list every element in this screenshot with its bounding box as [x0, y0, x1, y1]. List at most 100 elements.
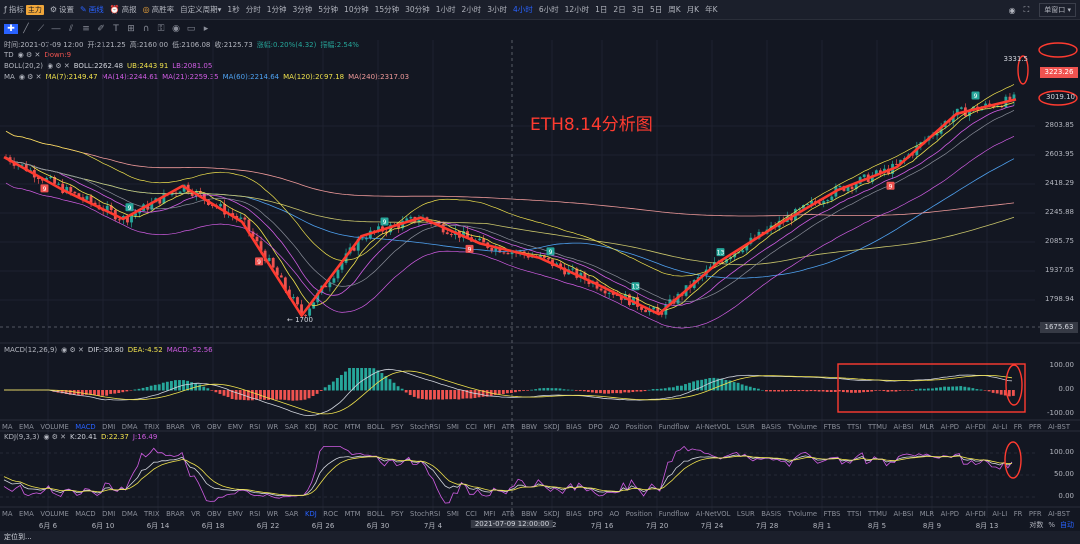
scale-button-1[interactable]: %	[1048, 521, 1055, 529]
indicator-tab-psy[interactable]: PSY	[391, 510, 404, 518]
indicator-tab-cci[interactable]: CCI	[465, 510, 477, 518]
eye-icon[interactable]: ◉	[169, 24, 183, 34]
indicator-tab-ai-netvol[interactable]: AI-NetVOL	[696, 510, 731, 518]
indicator-tab-cci[interactable]: CCI	[465, 423, 477, 431]
indicator-tab-ai-bsi[interactable]: AI-BSI	[893, 423, 913, 431]
indicator-tab-atr[interactable]: ATR	[502, 423, 515, 431]
eye-icon[interactable]: ◉ ⚙ ✕	[61, 346, 84, 354]
indicator-tab-lsur[interactable]: LSUR	[737, 510, 755, 518]
indicator-tab-kdj[interactable]: KDJ	[305, 423, 317, 431]
period-13[interactable]: 12小时	[565, 4, 590, 15]
period-12[interactable]: 6小时	[539, 4, 559, 15]
indicator-tab-ai-li[interactable]: AI-LI	[992, 423, 1007, 431]
indicator-tab-volume[interactable]: VOLUME	[40, 423, 68, 431]
indicator-tab-bias[interactable]: BIAS	[566, 423, 582, 431]
indicator-tab-dpo[interactable]: DPO	[588, 423, 603, 431]
indicator-tab-ttsi[interactable]: TTSI	[847, 510, 862, 518]
period-9[interactable]: 2小时	[461, 4, 481, 15]
period-18[interactable]: 周K	[668, 4, 680, 15]
indicator-tab-skdj[interactable]: SKDJ	[544, 510, 560, 518]
indicator-tab-ai-bst[interactable]: AI-BST	[1048, 510, 1070, 518]
indicator-tab-sar[interactable]: SAR	[285, 510, 299, 518]
indicator-tab-dmi[interactable]: DMI	[102, 510, 115, 518]
indicator-tab-vr[interactable]: VR	[191, 510, 200, 518]
period-17[interactable]: 5日	[650, 4, 662, 15]
trendline-icon[interactable]: ╱	[19, 24, 33, 34]
indicator-tab-mfi[interactable]: MFI	[483, 423, 495, 431]
indicator-tab-sar[interactable]: SAR	[285, 423, 299, 431]
indicator-tab-mlr[interactable]: MLR	[920, 510, 934, 518]
indicator-tab-emv[interactable]: EMV	[228, 423, 243, 431]
ray-icon[interactable]: ⟋	[34, 24, 48, 34]
indicator-tab-dpo[interactable]: DPO	[588, 510, 603, 518]
indicator-tab-ftbs[interactable]: FTBS	[824, 510, 841, 518]
indicator-tab-brar[interactable]: BRAR	[166, 423, 184, 431]
eye-icon[interactable]: ◉ ⚙ ✕	[47, 62, 70, 70]
lock-icon[interactable]: ⚿	[154, 24, 168, 34]
indicator-tab-macd[interactable]: MACD	[75, 510, 95, 518]
indicator-tab-mfi[interactable]: MFI	[483, 510, 495, 518]
indicator-tab-psy[interactable]: PSY	[391, 423, 404, 431]
more-icon[interactable]: ▸	[199, 24, 213, 34]
scale-button-0[interactable]: 对数	[1029, 521, 1043, 529]
alert-button[interactable]: ⏰ 高报	[110, 4, 137, 15]
crosshair-icon[interactable]: ✚	[4, 24, 18, 34]
indicator-tab-obv[interactable]: OBV	[207, 423, 221, 431]
indicator-tab-ai-pd[interactable]: AI-PD	[941, 510, 959, 518]
indicator-tab-macd[interactable]: MACD	[75, 423, 95, 431]
eye-icon[interactable]: ◉ ⚙ ✕	[43, 433, 66, 441]
indicator-tab-mtm[interactable]: MTM	[345, 423, 361, 431]
indicator-tab-dma[interactable]: DMA	[122, 423, 138, 431]
fullscreen-icon[interactable]: ⛶	[1024, 5, 1030, 15]
period-1[interactable]: 分时	[246, 4, 261, 15]
indicator-tab-ao[interactable]: AO	[609, 423, 619, 431]
indicator-tab-ai-bst[interactable]: AI-BST	[1048, 423, 1070, 431]
eye-icon[interactable]: ◉ ⚙ ✕	[19, 73, 42, 81]
period-8[interactable]: 1小时	[436, 4, 456, 15]
locate-input[interactable]: 定位到...	[4, 533, 32, 541]
period-15[interactable]: 2日	[613, 4, 625, 15]
magnet-icon[interactable]: ∩	[139, 24, 153, 34]
brush-icon[interactable]: ✐	[94, 24, 108, 34]
indicator-tab-lsur[interactable]: LSUR	[737, 423, 755, 431]
indicator-tab-bias[interactable]: BIAS	[566, 510, 582, 518]
indicator-tab-roc[interactable]: ROC	[323, 510, 338, 518]
text-icon[interactable]: T	[109, 24, 123, 34]
indicator-tab-tvolume[interactable]: TVolume	[788, 510, 817, 518]
indicator-tab-mlr[interactable]: MLR	[920, 423, 934, 431]
indicator-tab-basis[interactable]: BASIS	[761, 510, 781, 518]
indicator-tab-ai-pd[interactable]: AI-PD	[941, 423, 959, 431]
channel-icon[interactable]: ⫽	[64, 24, 78, 34]
indicator-tab-ma[interactable]: MA	[2, 423, 13, 431]
indicator-tab-fr[interactable]: FR	[1014, 423, 1023, 431]
indicator-tab-ttsi[interactable]: TTSI	[847, 423, 862, 431]
indicator-tab-boll[interactable]: BOLL	[367, 510, 384, 518]
trash-icon[interactable]: ▭	[184, 24, 198, 34]
measure-icon[interactable]: ⊞	[124, 24, 138, 34]
period-20[interactable]: 年K	[705, 4, 717, 15]
winrate-button[interactable]: ◎ 高胜率	[143, 4, 174, 15]
indicator-tab-kdj[interactable]: KDJ	[305, 510, 317, 518]
indicator-tab-ao[interactable]: AO	[609, 510, 619, 518]
period-3[interactable]: 3分钟	[292, 4, 312, 15]
indicator-tab-obv[interactable]: OBV	[207, 510, 221, 518]
indicator-tab-rsi[interactable]: RSI	[249, 423, 260, 431]
indicator-tab-ai-fdi[interactable]: AI-FDI	[966, 423, 986, 431]
indicator-tab-atr[interactable]: ATR	[502, 510, 515, 518]
period-4[interactable]: 5分钟	[318, 4, 338, 15]
indicator-tab-rsi[interactable]: RSI	[249, 510, 260, 518]
indicator-tab-bbw[interactable]: BBW	[521, 423, 537, 431]
indicator-tab-skdj[interactable]: SKDJ	[544, 423, 560, 431]
indicator-tab-stochrsi[interactable]: StochRSI	[410, 423, 440, 431]
indicator-tab-wr[interactable]: WR	[267, 423, 278, 431]
period-11[interactable]: 4小时	[513, 4, 533, 15]
indicator-tab-pfr[interactable]: PFR	[1029, 423, 1042, 431]
eye-icon[interactable]: ◉ ⚙ ✕	[18, 51, 41, 59]
scale-button-2[interactable]: 自动	[1060, 521, 1074, 529]
indicator-tab-dmi[interactable]: DMI	[102, 423, 115, 431]
settings-button[interactable]: ⚙ 设置	[50, 4, 74, 15]
period-16[interactable]: 3日	[632, 4, 644, 15]
indicator-tab-fundflow[interactable]: Fundflow	[659, 510, 689, 518]
indicator-tab-tvolume[interactable]: TVolume	[788, 423, 817, 431]
indicator-tab-smi[interactable]: SMI	[447, 510, 459, 518]
